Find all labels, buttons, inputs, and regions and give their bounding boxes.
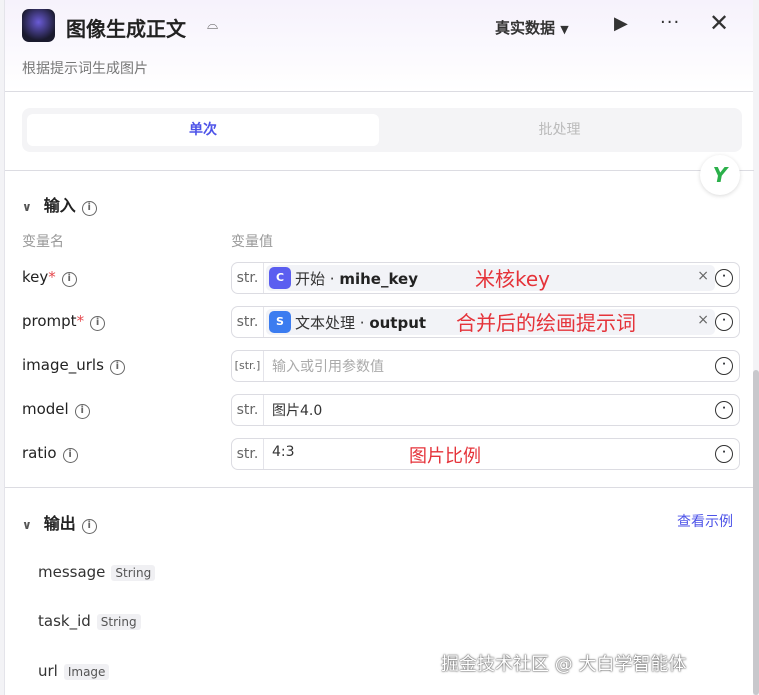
col-value-header: 变量值 (231, 234, 273, 250)
type-label: str. (232, 439, 264, 469)
text-process-icon: S (269, 311, 291, 333)
ratio-field[interactable]: str. 4:3 · (231, 438, 740, 470)
info-icon[interactable]: i (74, 404, 90, 419)
node-description: 根据提示词生成图片 (22, 61, 148, 77)
ref-node: 开始 (295, 270, 326, 288)
divider (5, 170, 754, 171)
param-label-key: key* i (22, 268, 77, 287)
annotation: 米核key (475, 267, 551, 291)
node-panel: 图像生成正文 ⌓ 根据提示词生成图片 真实数据 ▼ ▶ ··· ✕ 单次 批处理… (4, 0, 754, 695)
type-label: str. (232, 307, 264, 337)
clear-icon[interactable]: × (697, 268, 709, 284)
input-title: 输入 (43, 196, 76, 215)
watermark: 掘金技术社区 @ 大白学智能体 (441, 654, 687, 675)
run-mode-tabs: 单次 批处理 (22, 108, 742, 152)
model-field[interactable]: str. 图片4.0 · (231, 394, 740, 426)
more-icon[interactable]: ··· (660, 12, 680, 33)
info-icon[interactable]: i (109, 360, 125, 375)
output-item: task_id String (38, 612, 141, 630)
info-icon[interactable]: i (61, 272, 77, 287)
divider (5, 487, 754, 488)
type-tag: Image (63, 664, 110, 680)
play-icon[interactable]: ▶ (614, 13, 628, 34)
field-value: 图片4.0 (272, 403, 323, 419)
output-section-header[interactable]: ∨ 输出 i (22, 510, 97, 534)
data-mode-label: 真实数据 (495, 19, 556, 37)
image-urls-field[interactable]: [str.] 输入或引用参数值 · (231, 350, 740, 382)
output-item: message String (38, 563, 156, 581)
chevron-down-icon: ∨ (22, 200, 32, 214)
close-icon[interactable]: ✕ (709, 9, 729, 37)
variable-picker-icon[interactable]: · (715, 313, 733, 331)
variable-picker-icon[interactable]: · (715, 269, 733, 287)
chevron-down-icon: ∨ (22, 518, 32, 532)
caret-down-icon: ▼ (560, 23, 569, 36)
scrollbar[interactable] (753, 370, 759, 695)
data-mode-dropdown[interactable]: 真实数据 ▼ (495, 17, 569, 38)
output-item: url Image (38, 662, 110, 680)
annotation: 合并后的绘画提示词 (456, 311, 636, 335)
tab-single[interactable]: 单次 (27, 114, 379, 146)
info-icon[interactable]: i (81, 519, 97, 534)
type-label: str. (232, 395, 264, 425)
ref-var: mihe_key (339, 270, 418, 288)
variable-picker-icon[interactable]: · (715, 357, 733, 375)
node-title: 图像生成正文 (66, 17, 186, 41)
info-icon[interactable]: i (62, 448, 78, 463)
start-node-icon: C (269, 267, 291, 289)
input-section-header[interactable]: ∨ 输入 i (22, 192, 97, 216)
param-label-ratio: ratio i (22, 444, 78, 463)
annotation: 图片比例 (409, 446, 481, 467)
plugin-icon: ⌓ (207, 17, 219, 33)
node-logo (22, 9, 55, 42)
clear-icon[interactable]: × (697, 312, 709, 328)
field-value: 4:3 (272, 444, 295, 460)
view-example-link[interactable]: 查看示例 (677, 511, 733, 531)
type-label: [str.] (232, 351, 264, 381)
type-tag: String (96, 614, 141, 630)
tab-batch[interactable]: 批处理 (382, 114, 737, 146)
ref-var: output (369, 314, 427, 332)
info-icon[interactable]: i (81, 201, 97, 216)
type-label: str. (232, 263, 264, 293)
info-icon[interactable]: i (90, 316, 106, 331)
panel-header: 图像生成正文 ⌓ 根据提示词生成图片 真实数据 ▼ ▶ ··· ✕ (5, 0, 753, 92)
variable-picker-icon[interactable]: · (715, 445, 733, 463)
variable-picker-icon[interactable]: · (715, 401, 733, 419)
col-name-header: 变量名 (22, 234, 64, 250)
ref-node: 文本处理 (295, 314, 356, 332)
assistant-badge-icon[interactable]: Y (700, 155, 740, 195)
placeholder: 输入或引用参数值 (272, 359, 384, 375)
param-label-model: model i (22, 400, 90, 419)
output-title: 输出 (43, 514, 76, 533)
param-label-prompt: prompt* i (22, 312, 106, 331)
param-label-image-urls: image_urls i (22, 356, 125, 375)
type-tag: String (111, 565, 156, 581)
